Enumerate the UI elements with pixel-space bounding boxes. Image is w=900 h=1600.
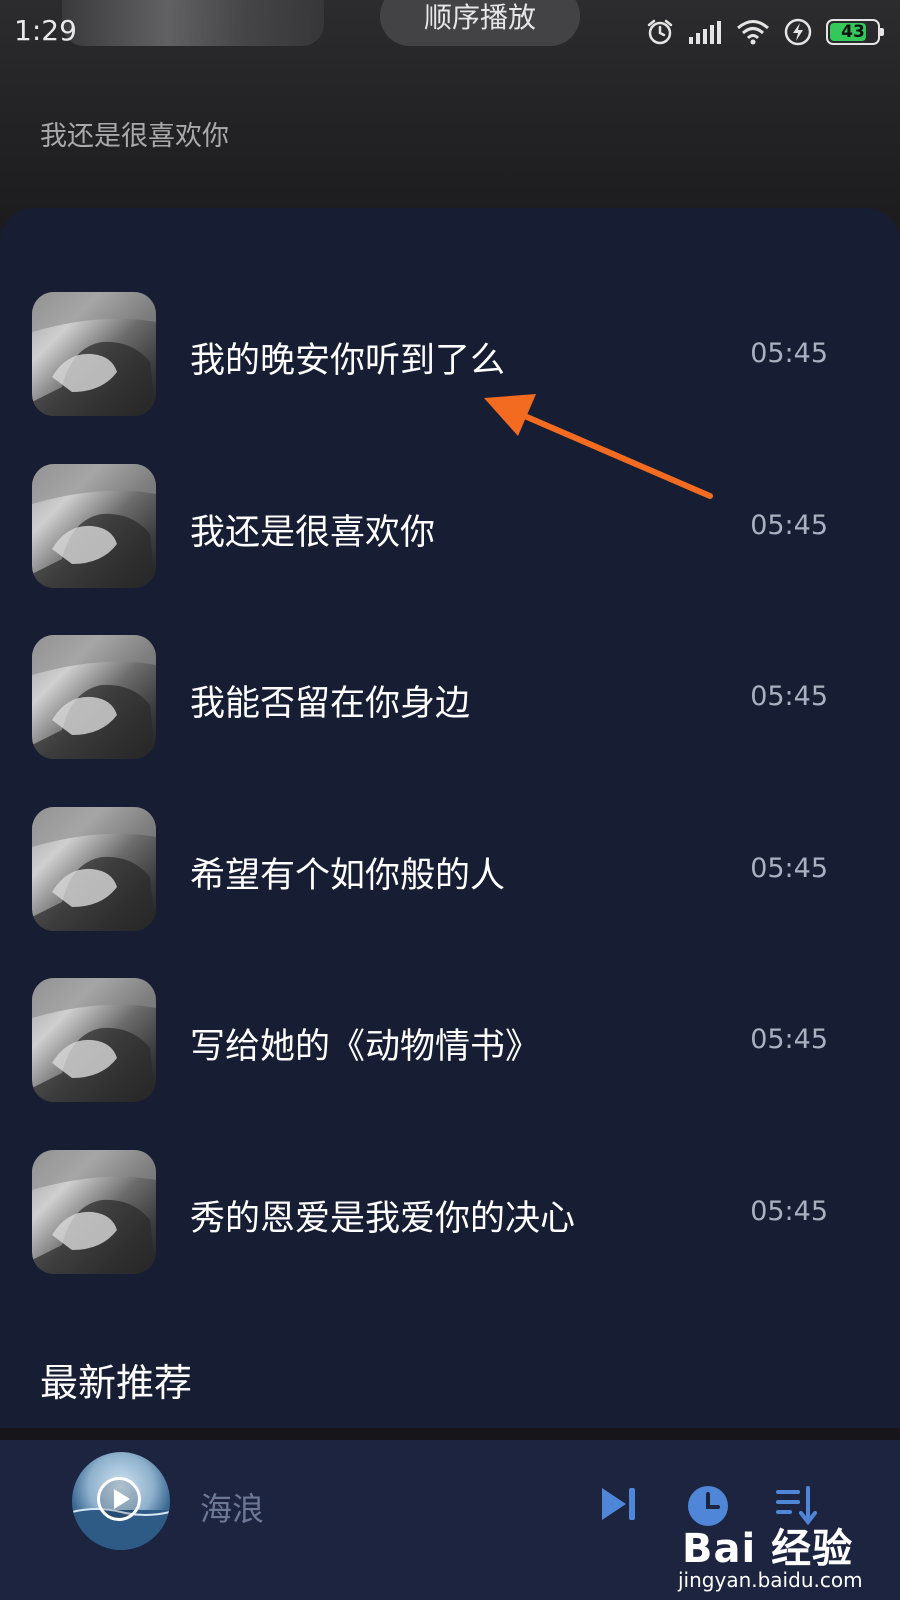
song-row[interactable]: 我能否留在你身边 05:45 (0, 635, 900, 759)
song-row[interactable]: 写给她的《动物情书》 05:45 (0, 978, 900, 1102)
song-duration: 05:45 (750, 1196, 828, 1227)
play-mode-button[interactable]: 顺序播放 (380, 0, 580, 46)
next-track-icon[interactable] (598, 1484, 638, 1524)
watermark-brand: Bai 经验 (682, 1526, 854, 1572)
song-duration: 05:45 (750, 853, 828, 884)
now-playing-title: 海浪 (200, 1490, 265, 1528)
song-title: 希望有个如你般的人 (190, 856, 506, 896)
song-cover (32, 464, 156, 588)
song-cover (32, 1150, 156, 1274)
now-playing-cover[interactable] (72, 1452, 170, 1550)
song-title: 我还是很喜欢你 (190, 513, 436, 553)
wifi-icon (737, 20, 769, 45)
song-row[interactable]: 我的晚安你听到了么 05:45 (0, 292, 900, 416)
baidu-jingyan-watermark: Bai 经验 jingyan.baidu.com (660, 1516, 900, 1600)
song-row[interactable]: 秀的恩爱是我爱你的决心 05:45 (0, 1150, 900, 1274)
alarm-icon (647, 19, 673, 45)
song-cover (32, 807, 156, 931)
song-title: 我能否留在你身边 (190, 684, 471, 724)
song-cover (32, 978, 156, 1102)
playlist-subtitle: 我还是很喜欢你 (40, 121, 229, 152)
status-icons: 43 (646, 14, 884, 50)
watermark-url: jingyan.baidu.com (678, 1568, 863, 1592)
song-row[interactable]: 希望有个如你般的人 05:45 (0, 807, 900, 931)
signal-icon (689, 21, 721, 44)
play-icon[interactable] (97, 1477, 141, 1521)
status-time: 1:29 (14, 14, 77, 47)
song-duration: 05:45 (750, 510, 828, 541)
battery-icon: 43 (826, 19, 884, 45)
song-title: 秀的恩爱是我爱你的决心 (190, 1199, 576, 1239)
song-cover (32, 635, 156, 759)
song-title: 写给她的《动物情书》 (190, 1027, 541, 1067)
song-title: 我的晚安你听到了么 (190, 341, 506, 381)
song-list: 我的晚安你听到了么 05:45 我还是很喜欢你 05:45 我能否留在你身边 0… (0, 208, 900, 1428)
song-duration: 05:45 (750, 338, 828, 369)
battery-level: 43 (841, 22, 865, 42)
song-duration: 05:45 (750, 1024, 828, 1055)
album-cover-peek (62, 0, 324, 46)
song-row[interactable]: 我还是很喜欢你 05:45 (0, 464, 900, 588)
section-title-latest: 最新推荐 (40, 1361, 193, 1405)
song-cover (32, 292, 156, 416)
charging-icon (784, 18, 812, 46)
song-duration: 05:45 (750, 681, 828, 712)
